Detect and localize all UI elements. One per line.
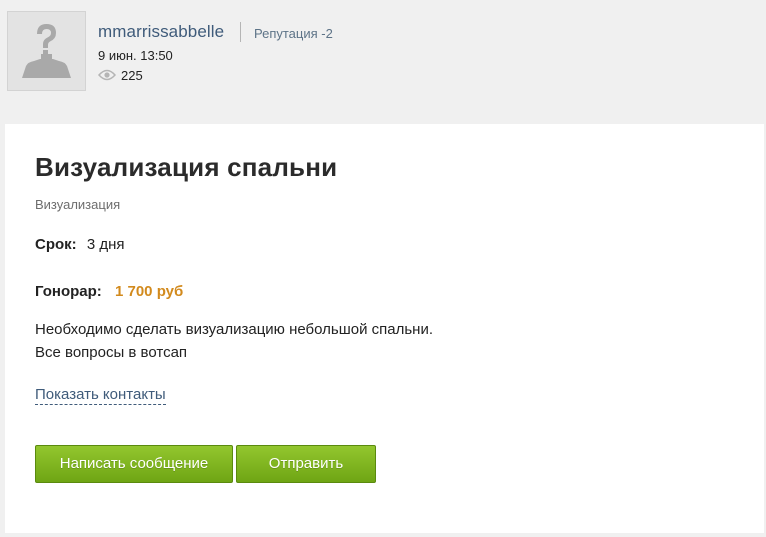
write-message-button[interactable]: Написать сообщение — [35, 445, 233, 483]
author-header: mmarrissabbelle Репутация -2 9 июн. 13:5… — [0, 0, 766, 118]
default-user-silhouette-icon — [8, 12, 85, 90]
fee-label: Гонорар: — [35, 283, 102, 300]
header-divider — [240, 22, 241, 42]
send-button[interactable]: Отправить — [236, 445, 376, 483]
post-date: 9 июн. 13:50 — [98, 48, 173, 63]
author-username-link[interactable]: mmarrissabbelle — [98, 22, 224, 42]
term-label: Срок: — [35, 236, 77, 253]
avatar[interactable] — [7, 11, 86, 91]
show-contacts-link[interactable]: Показать контакты — [35, 386, 166, 405]
fee-value: 1 700 руб — [114, 283, 184, 300]
task-term: Срок: 3 дня — [35, 236, 125, 253]
description-line: Необходимо сделать визуализацию небольшо… — [35, 321, 434, 338]
task-card: Визуализация спальни Визуализация Срок: … — [5, 124, 764, 533]
task-fee: Гонорар: 1 700 руб — [35, 283, 183, 300]
description-line: Все вопросы в вотсап — [35, 344, 188, 361]
views-counter: 225 — [98, 67, 143, 83]
term-value: 3 дня — [86, 236, 125, 253]
task-category: Визуализация — [35, 197, 121, 212]
task-description: Необходимо сделать визуализацию небольшо… — [35, 318, 433, 364]
author-reputation: Репутация -2 — [254, 26, 333, 41]
views-count: 225 — [121, 67, 143, 83]
eye-icon — [98, 69, 116, 81]
task-title: Визуализация спальни — [35, 152, 338, 182]
